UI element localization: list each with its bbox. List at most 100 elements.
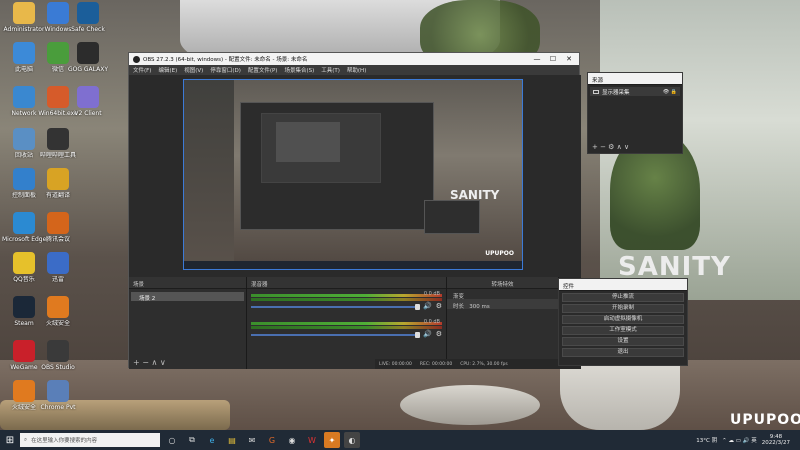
menu-view[interactable]: 视图(V): [184, 66, 203, 74]
duration-value: 300 ms: [469, 304, 490, 310]
steam-icon[interactable]: ◉: [284, 432, 300, 448]
edge-icon[interactable]: e: [204, 432, 220, 448]
sources-toolbar[interactable]: + − ⚙ ∧ ∨: [588, 141, 682, 153]
monitor-icon: [593, 89, 599, 94]
app-icon: [13, 128, 35, 150]
preview-sanity-text: SANITY: [450, 188, 500, 202]
app-icon: [13, 86, 35, 108]
volume-slider[interactable]: 🔊 ⚙: [251, 302, 442, 310]
wallpaper-watermark: UPUPOO: [730, 412, 800, 428]
app-icon: [47, 296, 69, 318]
gog-icon[interactable]: G: [264, 432, 280, 448]
preview-canvas[interactable]: SANITY UPUPOO: [183, 79, 523, 270]
app-icon: [13, 212, 35, 234]
transition-duration[interactable]: 时长 300 ms: [447, 299, 558, 310]
app-icon: [13, 296, 35, 318]
desktop-icon[interactable]: 哔哩哔哩工具: [36, 128, 80, 159]
duration-label: 时长: [453, 304, 465, 310]
gear-icon[interactable]: ⚙: [436, 302, 442, 310]
desktop-icon[interactable]: GOG GALAXY: [66, 42, 110, 73]
scene-item[interactable]: 场景 2: [131, 292, 244, 302]
obs-window: OBS 27.2.3 (64-bit, windows) - 配置文件: 未命名…: [128, 52, 581, 369]
mixer-channel: 0.0 dB 🔊 ⚙: [247, 289, 446, 317]
desktop-icon-label: 哔哩哔哩工具: [39, 152, 76, 159]
wallpaper-bowl: [400, 385, 540, 425]
desktop-icon[interactable]: Safe Check: [66, 2, 110, 33]
menu-edit[interactable]: 编辑(E): [158, 66, 177, 74]
obs-taskbar-icon[interactable]: ◐: [344, 432, 360, 448]
start-button[interactable]: ⊞: [0, 430, 20, 450]
source-label: 显示器采集: [602, 89, 630, 96]
desktop-icon[interactable]: 腾讯会议: [36, 212, 80, 243]
desktop-icon-label: 腾讯会议: [45, 236, 70, 243]
task-view-icon[interactable]: ○: [164, 432, 180, 448]
mixer-db: 0.0 dB: [423, 319, 440, 325]
obs-app-icon: [133, 55, 140, 63]
desktop-icon-label: V2 Client: [74, 110, 102, 117]
app-icon: [47, 212, 69, 234]
app-icon: [77, 2, 99, 24]
huorong-icon[interactable]: ✦: [324, 432, 340, 448]
menu-file[interactable]: 文件(F): [133, 66, 151, 74]
obs-titlebar[interactable]: OBS 27.2.3 (64-bit, windows) - 配置文件: 未命名…: [129, 53, 579, 65]
weather[interactable]: 13°C 阴: [696, 436, 717, 444]
visibility-icon[interactable]: 👁 🔒: [663, 89, 677, 95]
floating-sources-title: 来源: [588, 73, 682, 85]
menu-docks[interactable]: 停靠窗口(D): [210, 66, 241, 74]
gear-icon[interactable]: ⚙: [436, 330, 442, 338]
clock[interactable]: 9:48 2022/3/27: [762, 434, 790, 446]
app-icon: [13, 380, 35, 402]
scenes-dock: 场景 场景 2 + − ∧ ∨: [129, 277, 247, 369]
close-button[interactable]: ✕: [561, 53, 577, 65]
taskbar-search[interactable]: ⌕ 在这里输入你要搜索的内容: [20, 433, 160, 447]
app-icon: [13, 168, 35, 190]
file-explorer-icon[interactable]: ▤: [224, 432, 240, 448]
tray-icons[interactable]: ⌃ ☁ ▭ 🔊 英: [722, 436, 757, 444]
desktop-icon[interactable]: 迅雷: [36, 252, 80, 283]
menu-scene-collection[interactable]: 场景集合(S): [284, 66, 314, 74]
menu-profile[interactable]: 配置文件(P): [248, 66, 278, 74]
speaker-icon[interactable]: 🔊: [423, 330, 432, 338]
studio-mode-button[interactable]: 工作室模式: [562, 326, 684, 335]
app-icon: [77, 42, 99, 64]
floating-controls-dock: 控件 停止推流 开始录制 启动虚拟摄像机 工作室模式 设置 退出: [558, 278, 688, 366]
volume-slider[interactable]: 🔊 ⚙: [251, 330, 442, 338]
maximize-button[interactable]: ☐: [545, 53, 561, 65]
mail-icon[interactable]: ✉: [244, 432, 260, 448]
cpu-status: CPU: 2.7%, 30.00 fps: [460, 361, 508, 367]
source-item[interactable]: 显示器采集 👁 🔒: [590, 87, 680, 96]
scenes-title: 场景: [129, 277, 246, 289]
desktop-icons: Administrator Windows Safe Check 此电脑 微信 GOG G…: [0, 0, 110, 430]
wps-icon[interactable]: W: [304, 432, 320, 448]
obs-menubar: 文件(F) 编辑(E) 视图(V) 停靠窗口(D) 配置文件(P) 场景集合(S…: [129, 65, 579, 75]
speaker-icon[interactable]: 🔊: [423, 302, 432, 310]
start-recording-button[interactable]: 开始录制: [562, 304, 684, 313]
start-virtual-camera-button[interactable]: 启动虚拟摄像机: [562, 315, 684, 324]
obs-docks: 场景 场景 2 + − ∧ ∨ 来源 混音器 0.0 dB 🔊 ⚙ 0.0 dB: [129, 277, 581, 369]
desktop-icon[interactable]: V2 Client: [66, 86, 110, 117]
menu-tools[interactable]: 工具(T): [321, 66, 340, 74]
widgets-icon[interactable]: ⧉: [184, 432, 200, 448]
desktop-icon[interactable]: Chrome Pvt: [36, 380, 80, 411]
minimize-button[interactable]: —: [529, 53, 545, 65]
scenes-toolbar[interactable]: + − ∧ ∨: [129, 357, 246, 369]
preview-watermark: UPUPOO: [485, 250, 514, 257]
preview-nested-obs: [240, 102, 434, 230]
desktop-icon[interactable]: 火绒安全: [36, 296, 80, 327]
preview-desktop-icons: [184, 80, 234, 269]
desktop-icon[interactable]: OBS Studio: [36, 340, 80, 371]
app-icon: [13, 2, 35, 24]
volume-meter: [251, 326, 442, 329]
app-icon: [47, 168, 69, 190]
app-icon: [13, 42, 35, 64]
desktop-icon-label: OBS Studio: [41, 364, 75, 371]
transition-type[interactable]: 渐变: [447, 289, 558, 300]
stop-streaming-button[interactable]: 停止推流: [562, 293, 684, 302]
app-icon: [13, 252, 35, 274]
exit-button[interactable]: 退出: [562, 348, 684, 357]
transitions-dock: 转场特效 渐变 时长 300 ms: [447, 277, 559, 369]
settings-button[interactable]: 设置: [562, 337, 684, 346]
mixer-title: 混音器: [247, 277, 446, 289]
desktop-icon[interactable]: 有道翻译: [36, 168, 80, 199]
menu-help[interactable]: 帮助(H): [347, 66, 366, 74]
